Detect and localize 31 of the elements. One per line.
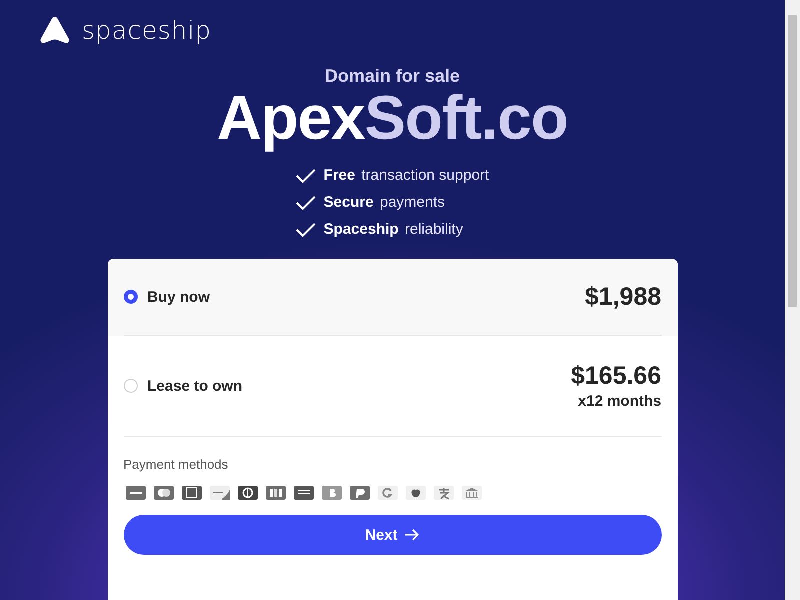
purchase-option[interactable]: Buy now $1,988: [108, 259, 678, 336]
payment-icon: [350, 486, 370, 500]
check-icon: [296, 194, 316, 210]
payment-icon: [266, 486, 286, 500]
payment-icon: [154, 486, 174, 500]
feature-text: Spaceship reliability: [324, 221, 464, 238]
price: $165.66: [571, 362, 662, 391]
payment-icon: [126, 486, 146, 500]
radio-button[interactable]: [124, 290, 138, 304]
payment-icon: [378, 486, 398, 500]
payment-icon: [462, 486, 482, 500]
feature-text: Secure payments: [324, 194, 446, 211]
purchase-option[interactable]: Lease to own $165.66 x12 months: [108, 336, 678, 437]
feature-text: Free transaction support: [324, 167, 490, 184]
payment-icon: [182, 486, 202, 500]
price: $1,988: [585, 282, 662, 312]
scrollbar[interactable]: [785, 0, 800, 600]
payment-icon: [434, 486, 454, 500]
next-button[interactable]: Next: [124, 515, 662, 555]
check-icon: [296, 222, 316, 238]
payment-icon: [406, 486, 426, 500]
payment-icon: [294, 486, 314, 500]
check-icon: [296, 168, 316, 184]
logo-icon: [40, 16, 70, 44]
payment-methods-label: Payment methods: [124, 457, 230, 472]
payment-icon: [238, 486, 258, 500]
payment-icon: [322, 486, 342, 500]
arrow-icon: [404, 528, 420, 542]
brand-name: spaceship: [82, 16, 212, 44]
payment-icon: [210, 486, 230, 500]
lease-term: x12 months: [578, 393, 662, 410]
